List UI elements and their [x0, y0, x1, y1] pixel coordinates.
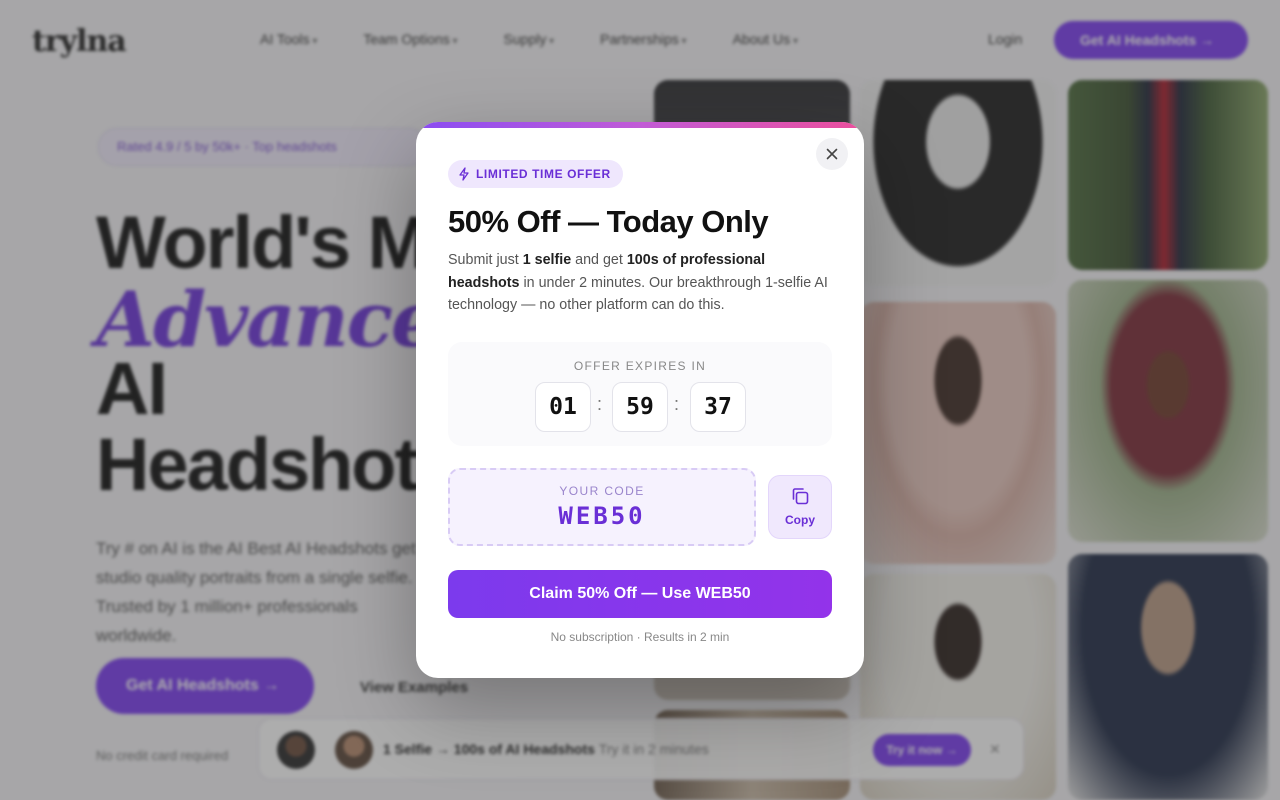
copy-label: Copy [785, 513, 815, 527]
timer-separator: : [674, 394, 680, 414]
modal-footnote: No subscription · Results in 2 min [550, 630, 730, 644]
countdown-timer: OFFER EXPIRES IN 01 : 59 : 37 [448, 342, 832, 446]
timer-minutes: 59 [612, 382, 668, 432]
limited-offer-badge: LIMITED TIME OFFER [448, 160, 623, 188]
promo-code-value[interactable]: WEB50 [450, 502, 754, 530]
badge-label: LIMITED TIME OFFER [476, 167, 611, 181]
modal-accent-bar [416, 122, 864, 128]
desc-text: and get [571, 252, 627, 268]
desc-text: Submit just [448, 252, 523, 268]
code-label: YOUR CODE [559, 484, 645, 498]
modal-title: 50% Off — Today Only [448, 204, 769, 239]
offer-modal: LIMITED TIME OFFER 50% Off — Today Only … [416, 122, 864, 678]
close-icon [826, 148, 838, 160]
timer-hours: 01 [535, 382, 591, 432]
close-button[interactable] [816, 138, 848, 170]
copy-code-button[interactable]: Copy [768, 475, 832, 539]
timer-separator: : [597, 394, 603, 414]
lightning-icon [459, 167, 469, 181]
timer-label: OFFER EXPIRES IN [573, 359, 707, 373]
copy-icon [792, 488, 809, 505]
modal-description: Submit just 1 selfie and get 100s of pro… [448, 249, 838, 317]
desc-bold: 1 selfie [522, 252, 572, 268]
claim-offer-button[interactable]: Claim 50% Off — Use WEB50 [448, 570, 832, 618]
promo-code-box[interactable]: YOUR CODE WEB50 [448, 468, 756, 546]
timer-seconds: 37 [690, 382, 746, 432]
